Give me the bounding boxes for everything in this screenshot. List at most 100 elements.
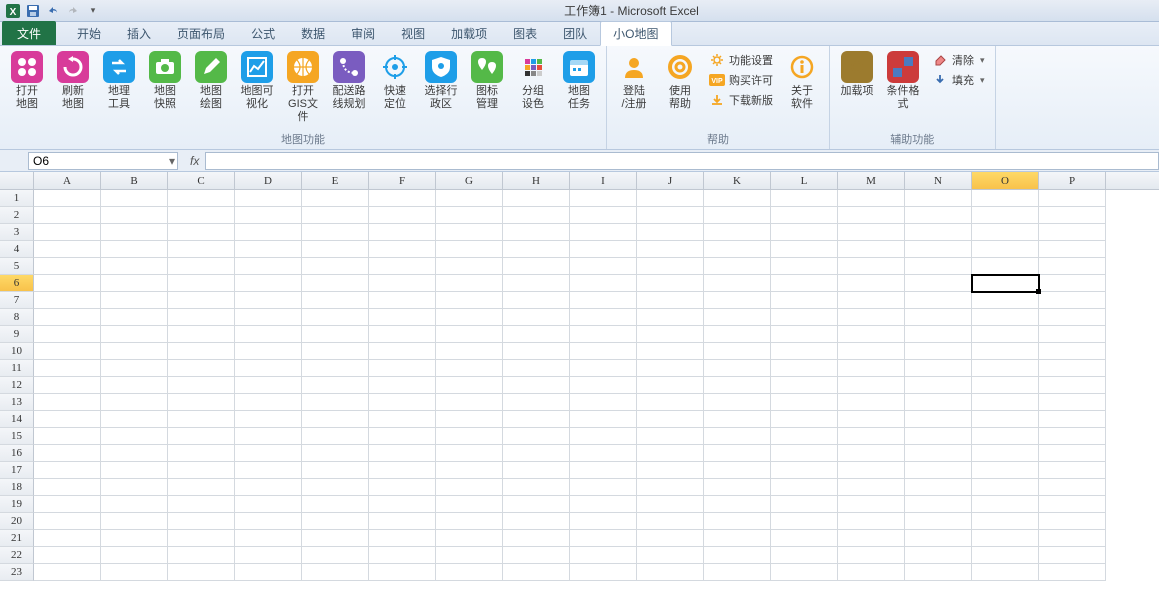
cell[interactable] <box>838 513 905 530</box>
fx-icon[interactable]: fx <box>184 154 205 168</box>
cell[interactable] <box>905 530 972 547</box>
cell[interactable] <box>1039 564 1106 581</box>
cell[interactable] <box>1039 224 1106 241</box>
cell[interactable] <box>503 513 570 530</box>
cell[interactable] <box>838 547 905 564</box>
cell[interactable] <box>972 207 1039 224</box>
cell[interactable] <box>101 394 168 411</box>
use-help-button[interactable]: 使用 帮助 <box>659 49 701 113</box>
cell[interactable] <box>637 258 704 275</box>
cell[interactable] <box>235 564 302 581</box>
cell[interactable] <box>704 411 771 428</box>
col-header-N[interactable]: N <box>905 172 972 189</box>
cell[interactable] <box>1039 241 1106 258</box>
cell[interactable] <box>369 241 436 258</box>
cell[interactable] <box>570 326 637 343</box>
cell[interactable] <box>168 309 235 326</box>
cell[interactable] <box>101 564 168 581</box>
cell[interactable] <box>101 241 168 258</box>
cell[interactable] <box>34 428 101 445</box>
cell[interactable] <box>771 292 838 309</box>
col-header-O[interactable]: O <box>972 172 1039 189</box>
col-header-M[interactable]: M <box>838 172 905 189</box>
tab-file[interactable]: 文件 <box>2 21 56 45</box>
cell[interactable] <box>369 326 436 343</box>
quick-locate-button[interactable]: 快速 定位 <box>374 49 416 113</box>
cell[interactable] <box>101 292 168 309</box>
cell[interactable] <box>972 241 1039 258</box>
cell[interactable] <box>34 224 101 241</box>
cell[interactable] <box>168 275 235 292</box>
cell[interactable] <box>503 326 570 343</box>
cell[interactable] <box>972 326 1039 343</box>
cell[interactable] <box>972 377 1039 394</box>
cell[interactable] <box>637 530 704 547</box>
tab-插入[interactable]: 插入 <box>114 21 164 45</box>
cell[interactable] <box>838 394 905 411</box>
cell[interactable] <box>168 530 235 547</box>
cell[interactable] <box>771 377 838 394</box>
cell[interactable] <box>34 343 101 360</box>
cell[interactable] <box>436 207 503 224</box>
cell[interactable] <box>1039 530 1106 547</box>
cell[interactable] <box>436 309 503 326</box>
cell[interactable] <box>369 207 436 224</box>
cell[interactable] <box>34 479 101 496</box>
cell[interactable] <box>302 190 369 207</box>
cell[interactable] <box>503 275 570 292</box>
cell[interactable] <box>838 241 905 258</box>
row-header-18[interactable]: 18 <box>0 479 34 496</box>
open-gis-button[interactable]: 打开 GIS文件 <box>282 49 324 126</box>
col-header-J[interactable]: J <box>637 172 704 189</box>
col-header-G[interactable]: G <box>436 172 503 189</box>
cell[interactable] <box>34 513 101 530</box>
cell[interactable] <box>235 275 302 292</box>
cell[interactable] <box>771 360 838 377</box>
cell[interactable] <box>101 445 168 462</box>
tab-加载项[interactable]: 加载项 <box>438 21 500 45</box>
cell[interactable] <box>637 445 704 462</box>
cell[interactable] <box>637 411 704 428</box>
cell[interactable] <box>369 224 436 241</box>
undo-icon[interactable] <box>44 2 62 20</box>
cell[interactable] <box>570 224 637 241</box>
cell[interactable] <box>570 309 637 326</box>
cell[interactable] <box>302 479 369 496</box>
cell[interactable] <box>704 224 771 241</box>
cell[interactable] <box>369 479 436 496</box>
cell[interactable] <box>704 513 771 530</box>
cell[interactable] <box>436 190 503 207</box>
cell[interactable] <box>838 411 905 428</box>
about-button[interactable]: 关于 软件 <box>781 49 823 113</box>
cell[interactable] <box>704 258 771 275</box>
cell[interactable] <box>704 445 771 462</box>
tab-审阅[interactable]: 审阅 <box>338 21 388 45</box>
cell[interactable] <box>704 496 771 513</box>
cell[interactable] <box>503 292 570 309</box>
cell[interactable] <box>101 547 168 564</box>
cell[interactable] <box>503 411 570 428</box>
cell[interactable] <box>704 394 771 411</box>
cell[interactable] <box>637 479 704 496</box>
cell[interactable] <box>101 190 168 207</box>
cell[interactable] <box>704 207 771 224</box>
cell[interactable] <box>570 428 637 445</box>
cell[interactable] <box>771 224 838 241</box>
cell[interactable] <box>34 326 101 343</box>
cell[interactable] <box>905 564 972 581</box>
cell[interactable] <box>168 190 235 207</box>
geo-tool-button[interactable]: 地理 工具 <box>98 49 140 113</box>
cell[interactable] <box>503 241 570 258</box>
cell[interactable] <box>1039 309 1106 326</box>
cell[interactable] <box>704 343 771 360</box>
cell[interactable] <box>972 394 1039 411</box>
tab-小O地图[interactable]: 小O地图 <box>600 21 671 46</box>
cell[interactable] <box>436 411 503 428</box>
cell[interactable] <box>771 343 838 360</box>
cell[interactable] <box>101 513 168 530</box>
row-header-20[interactable]: 20 <box>0 513 34 530</box>
cell[interactable] <box>503 530 570 547</box>
cell[interactable] <box>503 207 570 224</box>
cell[interactable] <box>302 207 369 224</box>
open-map-button[interactable]: 打开 地图 <box>6 49 48 113</box>
